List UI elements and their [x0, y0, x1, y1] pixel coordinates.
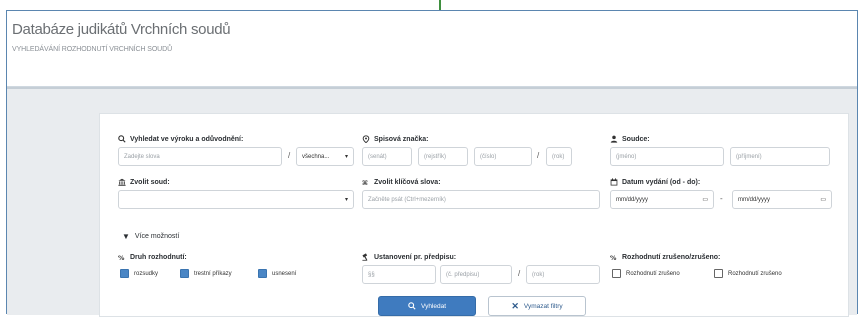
- top-marker: [439, 0, 441, 10]
- slash-separator: /: [288, 151, 291, 160]
- search-button[interactable]: Vyhledat: [378, 296, 476, 316]
- date-from-value: mm/dd/yyyy: [616, 196, 649, 203]
- case-year-input[interactable]: (rok): [546, 147, 572, 166]
- calendar-icon[interactable]: ▭: [820, 196, 826, 203]
- decision-type-label-text: Druh rozhodnutí:: [130, 253, 187, 261]
- more-options-toggle[interactable]: ▼ Více možností: [122, 232, 179, 241]
- svg-text:%: %: [118, 254, 125, 261]
- checkbox-label: Rozhodnutí zrušeno: [728, 270, 782, 277]
- location-pin-icon: [362, 135, 370, 143]
- search-button-label: Vyhledat: [420, 302, 447, 310]
- keyword-input[interactable]: Začněte psát (Ctrl+mezerník): [362, 190, 600, 209]
- checkbox-box[interactable]: [714, 269, 723, 278]
- court-select[interactable]: ▾: [118, 190, 354, 209]
- checkbox-rozsudky[interactable]: rozsudky: [120, 269, 158, 278]
- court-label-text: Zvolit soud:: [130, 178, 170, 186]
- case-senate-input[interactable]: (senát): [362, 147, 412, 166]
- composition-label: % Rozhodnutí zrušeno/zrušeno:: [610, 253, 721, 262]
- regulation-year-input[interactable]: (rok): [526, 265, 600, 284]
- fulltext-mode-select[interactable]: všechna... ▾: [296, 147, 354, 166]
- fulltext-label-text: Vyhledat ve výroku a odůvodnění:: [130, 135, 244, 143]
- judge-label: Soudce:: [610, 135, 650, 143]
- gavel-icon: [362, 253, 368, 261]
- building-icon: [118, 178, 126, 186]
- search-icon: [118, 135, 126, 143]
- search-form: Vyhledat ve výroku a odůvodnění: Zadejte…: [99, 113, 849, 317]
- caret-down-icon: ▼: [122, 232, 130, 241]
- date-label-text: Datum vydání (od - do):: [622, 178, 701, 186]
- chevron-down-icon: ▾: [344, 154, 348, 160]
- svg-text:⌘: ⌘: [362, 179, 368, 186]
- checkbox-box[interactable]: [612, 269, 621, 278]
- checkbox-box[interactable]: [180, 269, 189, 278]
- page-frame: Databáze judikátů Vrchních soudů VYHLEDÁ…: [6, 10, 858, 317]
- clear-filters-button-label: Vymazat filtry: [523, 302, 563, 310]
- checkbox-label: usnesení: [272, 270, 297, 277]
- date-label: Datum vydání (od - do):: [610, 178, 700, 186]
- checkbox-zruseno-2[interactable]: Rozhodnutí zrušeno: [714, 269, 782, 278]
- checkbox-box[interactable]: [258, 269, 267, 278]
- judge-label-text: Soudce:: [622, 135, 650, 143]
- judge-firstname-input[interactable]: (jméno): [610, 147, 724, 166]
- close-icon: ✕: [511, 300, 519, 311]
- date-from-input[interactable]: mm/dd/yyyy ▭: [610, 190, 714, 209]
- date-to-input[interactable]: mm/dd/yyyy ▭: [732, 190, 832, 209]
- case-register-input[interactable]: (rejstřík): [418, 147, 468, 166]
- slash-separator: /: [537, 151, 540, 160]
- checkbox-label: trestní příkazy: [194, 270, 232, 277]
- regulation-section-input[interactable]: §§: [362, 265, 436, 284]
- regulation-label: Ustanovení pr. předpisu:: [362, 253, 456, 261]
- page-subtitle: VYHLEDÁVÁNÍ ROZHODNUTÍ VRCHNÍCH SOUDŮ: [12, 46, 173, 53]
- page-header: Databáze judikátů Vrchních soudů VYHLEDÁ…: [7, 11, 857, 87]
- fulltext-label: Vyhledat ve výroku a odůvodnění:: [118, 135, 243, 143]
- checkbox-label: rozsudky: [134, 270, 159, 277]
- regulation-number-input[interactable]: (č. předpisu): [440, 265, 512, 284]
- date-separator: -: [720, 194, 723, 203]
- regulation-label-text: Ustanovení pr. předpisu:: [374, 253, 457, 261]
- case-number-label-text: Spisová značka:: [374, 135, 429, 143]
- more-options-label: Více možností: [134, 233, 180, 240]
- filter-icon: %: [610, 254, 617, 261]
- checkbox-label: Rozhodnutí zrušeno: [626, 270, 680, 277]
- checkbox-usneseni[interactable]: usnesení: [258, 269, 296, 278]
- checkbox-trestni-prikazy[interactable]: trestní příkazy: [180, 269, 232, 278]
- case-number-input[interactable]: (číslo): [474, 147, 532, 166]
- keyword-icon: ⌘: [362, 179, 368, 186]
- court-label: Zvolit soud:: [118, 178, 170, 186]
- keyword-label: ⌘ Zvolit klíčová slova:: [362, 178, 441, 187]
- page-title: Databáze judikátů Vrchních soudů: [12, 21, 231, 38]
- checkbox-box[interactable]: [120, 269, 129, 278]
- keyword-label-text: Zvolit klíčová slova:: [374, 178, 441, 186]
- calendar-icon[interactable]: ▭: [702, 196, 708, 203]
- svg-text:%: %: [610, 254, 617, 261]
- user-icon: [610, 135, 618, 143]
- slash-separator: /: [518, 269, 521, 278]
- fulltext-input[interactable]: Zadejte slova: [118, 147, 282, 166]
- chevron-down-icon: ▾: [344, 197, 348, 203]
- judge-lastname-input[interactable]: (příjmení): [730, 147, 830, 166]
- filter-icon: %: [118, 254, 125, 261]
- date-to-value: mm/dd/yyyy: [738, 196, 771, 203]
- fulltext-mode-value: všechna...: [302, 153, 330, 160]
- checkbox-zruseno-1[interactable]: Rozhodnutí zrušeno: [612, 269, 680, 278]
- search-icon: [408, 302, 416, 310]
- case-number-label: Spisová značka:: [362, 135, 428, 143]
- search-area: Vyhledat ve výroku a odůvodnění: Zadejte…: [7, 87, 857, 317]
- composition-label-text: Rozhodnutí zrušeno/zrušeno:: [622, 253, 721, 261]
- decision-type-label: % Druh rozhodnutí:: [118, 253, 187, 262]
- calendar-icon: [610, 178, 618, 186]
- clear-filters-button[interactable]: ✕ Vymazat filtry: [488, 296, 586, 316]
